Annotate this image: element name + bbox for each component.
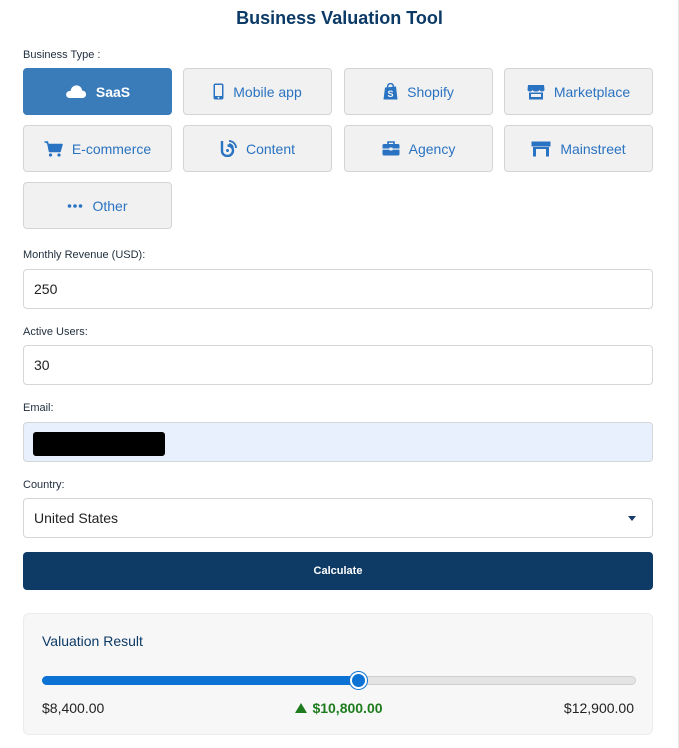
shopify-bag-icon: S <box>383 83 398 100</box>
active-users-label: Active Users: <box>23 326 88 338</box>
valuation-page: Business Valuation Tool Business Type : … <box>0 0 679 748</box>
valuation-max: $12,900.00 <box>563 700 634 716</box>
business-type-other-button[interactable]: Other <box>23 182 172 229</box>
business-type-label-agency: Agency <box>408 140 456 157</box>
business-type-label-mobile-app: Mobile app <box>233 83 302 100</box>
monthly-revenue-value: 250 <box>34 281 58 297</box>
email-redaction <box>33 432 165 456</box>
business-type-marketplace-button[interactable]: Marketplace <box>504 68 653 115</box>
shop-icon <box>531 141 551 157</box>
monthly-revenue-input[interactable]: 250 <box>23 269 653 309</box>
country-value: United States <box>34 510 119 526</box>
business-type-agency-button[interactable]: Agency <box>344 125 493 172</box>
valuation-result-card: Valuation Result $8,400.00 $10,800.00 $1… <box>23 613 653 735</box>
country-label: Country: <box>23 479 65 491</box>
page-title: Business Valuation Tool <box>236 8 443 28</box>
active-users-input[interactable]: 30 <box>23 345 653 385</box>
chevron-down-icon <box>628 516 636 521</box>
ellipsis-icon <box>67 203 83 209</box>
calculate-button[interactable]: Calculate <box>23 552 653 590</box>
valuation-slider-fill <box>42 676 359 685</box>
storefront-icon <box>527 84 545 100</box>
valuation-value: $10,800.00 <box>24 700 654 716</box>
valuation-slider-thumb[interactable] <box>350 672 368 689</box>
business-type-content-button[interactable]: Content <box>183 125 332 172</box>
business-type-label-other: Other <box>92 197 128 214</box>
svg-text:S: S <box>388 89 394 99</box>
business-type-label-marketplace: Marketplace <box>553 83 631 100</box>
briefcase-icon <box>382 141 400 156</box>
business-type-label-saas: SaaS <box>95 83 131 100</box>
country-select[interactable]: United States <box>23 498 653 538</box>
business-type-label-mainstreet: Mainstreet <box>560 140 626 157</box>
active-users-value: 30 <box>34 357 50 373</box>
shopping-cart-icon <box>44 140 63 157</box>
business-type-label-e-commerce: E-commerce <box>71 140 152 157</box>
valuation-value-text: $10,800.00 <box>312 700 383 716</box>
mobile-phone-icon <box>213 83 224 100</box>
business-type-saas-button[interactable]: SaaS <box>23 68 172 115</box>
monthly-revenue-label: Monthly Revenue (USD): <box>23 249 146 261</box>
email-label: Email: <box>23 402 54 414</box>
up-arrow-icon <box>295 703 308 713</box>
business-type-label-shopify: Shopify <box>407 83 454 100</box>
valuation-result-title: Valuation Result <box>42 633 143 649</box>
business-type-label: Business Type : <box>23 49 101 61</box>
business-type-label-content: Content <box>245 140 296 157</box>
business-type-mobile-app-button[interactable]: Mobile app <box>183 68 332 115</box>
cloud-icon <box>65 84 87 99</box>
business-type-shopify-button[interactable]: S Shopify <box>344 68 493 115</box>
business-type-e-commerce-button[interactable]: E-commerce <box>23 125 172 172</box>
business-type-mainstreet-button[interactable]: Mainstreet <box>504 125 653 172</box>
blog-icon <box>220 140 237 157</box>
